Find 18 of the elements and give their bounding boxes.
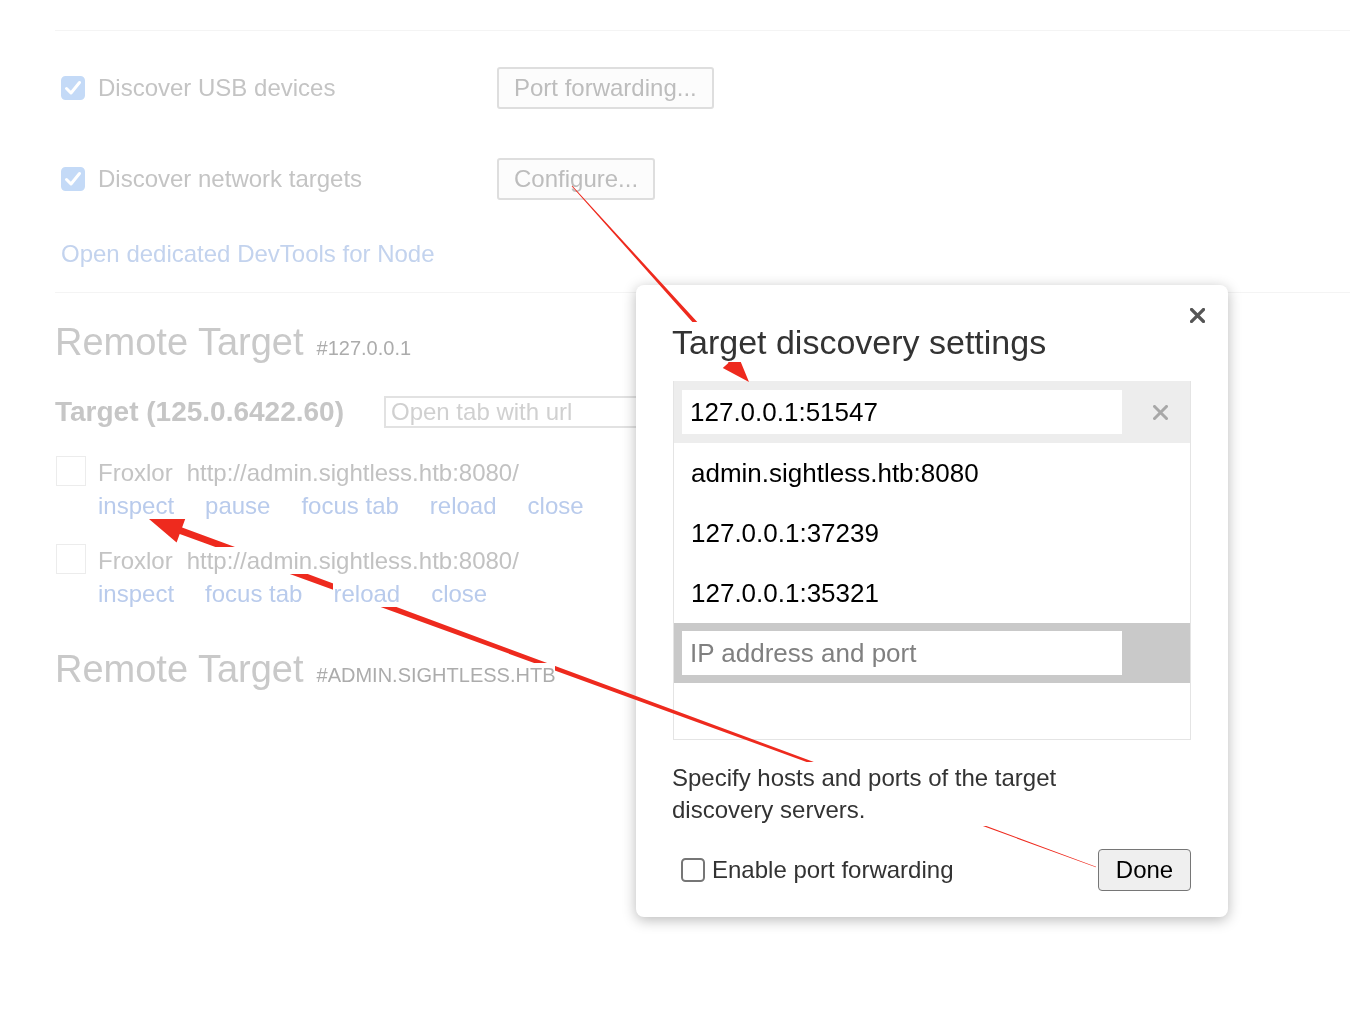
devtools-link[interactable]: Open dedicated DevTools for Node [61, 240, 435, 268]
close-icon[interactable] [1190, 308, 1205, 323]
address-item[interactable]: 127.0.0.1:35321 [691, 578, 879, 608]
option-label: Discover USB devices [98, 74, 337, 102]
delete-icon[interactable] [1153, 404, 1168, 420]
browser-label: Target (125.0.6422.60) [55, 396, 344, 428]
checkbox-label: Enable port forwarding [712, 856, 954, 884]
option-button[interactable]: Port forwarding... [497, 67, 714, 109]
page-url: http://admin.sightless.htb:8080/ [186, 547, 519, 574]
action-link[interactable]: reload [333, 580, 401, 607]
dialog-title: Target discovery settings [672, 322, 1047, 362]
option-button[interactable]: Configure... [497, 158, 656, 200]
address-input[interactable]: 127.0.0.1:51547 [682, 390, 1122, 434]
done-button[interactable]: Done [1098, 849, 1191, 891]
option-label: Discover network targets [98, 165, 364, 193]
checkbox[interactable] [681, 858, 705, 882]
address-input[interactable]: IP address and port [682, 631, 1122, 675]
address-item[interactable]: admin.sightless.htb:8080 [691, 458, 979, 488]
